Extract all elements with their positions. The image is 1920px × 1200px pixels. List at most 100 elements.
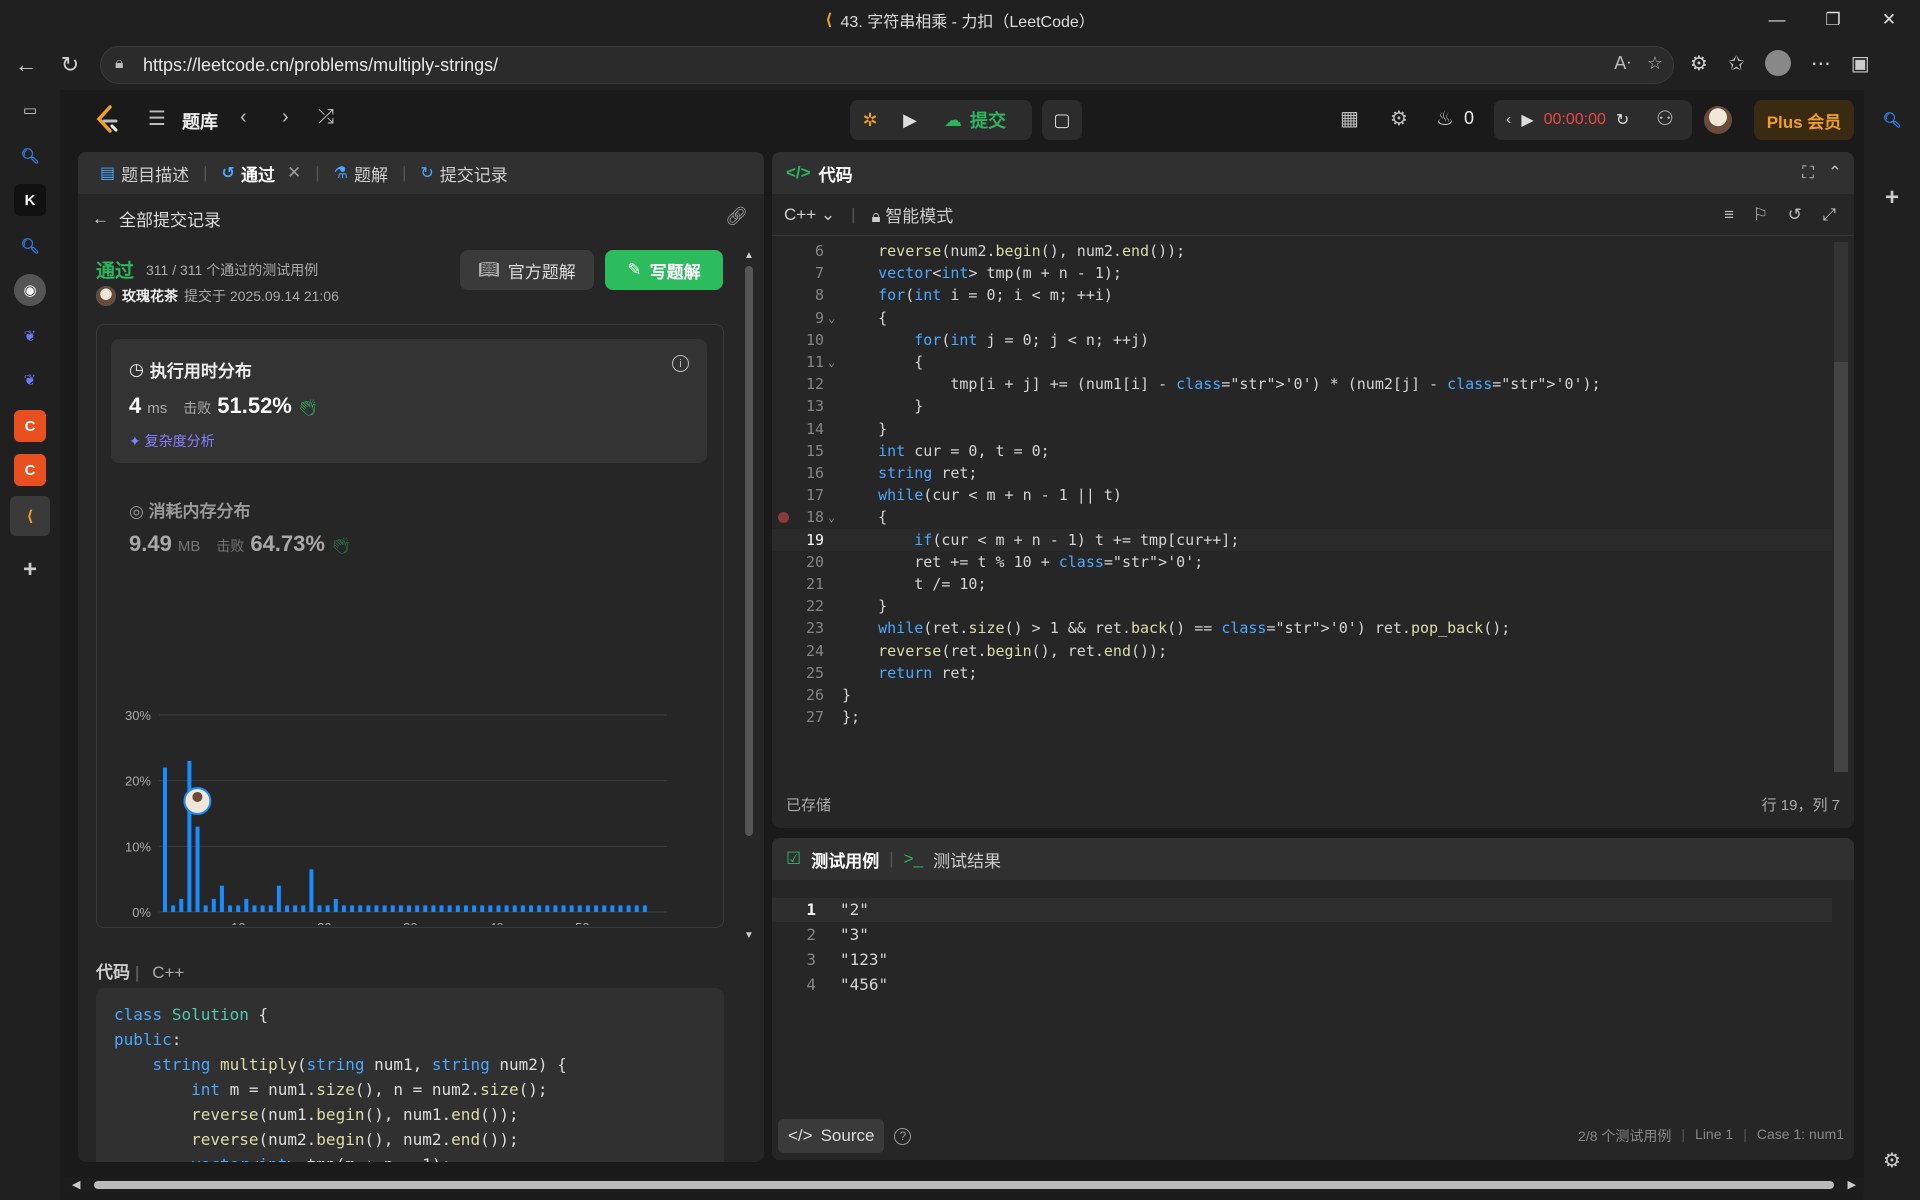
info-icon[interactable]: i (672, 355, 689, 372)
submit-button[interactable]: ☁ 提交 (930, 100, 1020, 140)
back-arrow-icon[interactable]: ← (6, 45, 46, 85)
editor-line[interactable]: 13 } (772, 395, 1832, 417)
submitted-code[interactable]: class Solution {public: string multiply(… (96, 988, 724, 1162)
add-friend-icon[interactable]: ⚇ (1656, 106, 1674, 131)
more-menu-icon[interactable]: ⋯ (1811, 51, 1831, 76)
add-sidebar-icon[interactable]: + (1876, 182, 1908, 214)
close-tab-icon[interactable]: ✕ (287, 163, 301, 183)
left-scrollbar[interactable]: ▲ ▼ (744, 250, 754, 950)
fold-chevron-icon[interactable]: ⌄ (828, 351, 835, 373)
editor-line[interactable]: 20 ret += t % 10 + class="str">'0'; (772, 551, 1832, 573)
share-link-icon[interactable]: 🔗︎ (725, 206, 748, 227)
fullscreen-icon[interactable]: ⛶ (1802, 163, 1814, 183)
tab-description[interactable]: ▤ 题目描述 (92, 161, 197, 186)
tab-actions-icon[interactable]: ▭ (14, 94, 46, 126)
editor-line[interactable]: 17 while(cur < m + n - 1 || t) (772, 484, 1832, 506)
tab-accepted[interactable]: ↺ 通过 ✕ (214, 161, 310, 186)
editor-line[interactable]: 24 reverse(ret.begin(), ret.end()); (772, 640, 1832, 662)
close-window-button[interactable]: ✕ (1866, 0, 1912, 40)
run-play-icon[interactable]: ▶ (890, 100, 930, 140)
bird-tab-icon-2[interactable]: ❦ (14, 364, 46, 396)
c-tab-icon-2[interactable]: C (14, 454, 46, 486)
complexity-analysis-link[interactable]: ✦ 复杂度分析 (129, 431, 215, 451)
official-solution-button[interactable]: 📖︎ 官方题解 (460, 250, 594, 290)
prev-problem-icon[interactable]: ‹ (240, 106, 247, 129)
search-tab-icon-2[interactable]: 🔍︎ (14, 230, 46, 262)
tab-test-results[interactable]: 测试结果 (933, 847, 1001, 872)
timer-play-icon[interactable]: ▶ (1521, 110, 1533, 130)
reset-code-icon[interactable]: ↺ (1788, 205, 1802, 225)
favorite-star-icon[interactable]: ☆ (1647, 53, 1663, 74)
new-tab-icon[interactable]: + (14, 554, 46, 586)
editor-scroll-thumb[interactable] (1834, 362, 1848, 772)
scroll-right-icon[interactable]: ▶ (1848, 1178, 1856, 1191)
bookmark-icon[interactable]: ⚐ (1753, 205, 1768, 225)
debug-icon[interactable]: ✲ (850, 100, 890, 140)
k-tab-icon[interactable]: K (14, 184, 46, 216)
editor-line[interactable]: 18 {⌄ (772, 506, 1832, 528)
streak-flame-icon[interactable]: ♨ (1436, 106, 1454, 131)
testcase-line-row[interactable]: 3 "123" (772, 948, 1832, 972)
editor-line[interactable]: 21 t /= 10; (772, 573, 1832, 595)
source-button[interactable]: </> Source (778, 1119, 885, 1153)
editor-line[interactable]: 11 {⌄ (772, 351, 1832, 373)
tab-testcases[interactable]: 测试用例 (811, 847, 879, 872)
format-icon[interactable]: ≡ (1724, 205, 1734, 225)
help-icon[interactable]: ? (894, 1127, 912, 1145)
editor-line[interactable]: 19 if(cur < m + n - 1) t += tmp[cur++]; (772, 528, 1832, 551)
back-to-submissions[interactable]: ← 全部提交记录 (92, 206, 221, 231)
address-bar[interactable]: 🔒︎ https://leetcode.cn/problems/multiply… (100, 46, 1674, 84)
testcase-line-row[interactable]: 2 "3" (772, 923, 1832, 947)
editor-line[interactable]: 6 reverse(num2.begin(), num2.end()); (772, 240, 1832, 262)
submitter-name[interactable]: 玫瑰花茶 (122, 286, 178, 306)
list-icon[interactable]: ☰ (148, 106, 166, 131)
tab-submissions[interactable]: ↻ 提交记录 (412, 161, 515, 186)
scroll-down-icon[interactable]: ▼ (744, 930, 754, 941)
editor-line[interactable]: 25 return ret; (772, 662, 1832, 684)
editor-line[interactable]: 10 for(int j = 0; j < n; ++j) (772, 329, 1832, 351)
c-tab-icon[interactable]: C (14, 410, 46, 442)
extensions-icon[interactable]: ⚙ (1690, 51, 1708, 76)
editor-line[interactable]: 8 for(int i = 0; i < m; ++i) (772, 284, 1832, 306)
runtime-card[interactable]: ◷ 执行用时分布 i 4 ms 击败 51.52% 👏︎ ✦ 复杂度分析 (111, 339, 707, 463)
timer-reset-icon[interactable]: ↻ (1616, 110, 1629, 130)
expand-editor-icon[interactable]: ⤢ (1822, 205, 1836, 225)
editor-line[interactable]: 15 int cur = 0, t = 0; (772, 440, 1832, 462)
bird-tab-icon[interactable]: ❦ (14, 320, 46, 352)
random-problem-icon[interactable]: ⤮ (318, 106, 334, 129)
fold-chevron-icon[interactable]: ⌄ (828, 506, 835, 528)
scroll-up-icon[interactable]: ▲ (744, 250, 754, 261)
testcase-line-row[interactable]: 1 "2" (772, 898, 1832, 922)
refresh-icon[interactable]: ↻ (50, 45, 90, 85)
read-aloud-icon[interactable]: Aᐧ (1614, 53, 1631, 74)
minimize-button[interactable]: — (1754, 0, 1800, 40)
editor-line[interactable]: 27}; (772, 706, 1832, 728)
next-problem-icon[interactable]: › (282, 106, 289, 129)
page-horizontal-scrollbar[interactable]: ◀ ▶ (64, 1178, 1864, 1192)
user-avatar[interactable] (1704, 106, 1732, 134)
leetcode-tab-icon[interactable]: ⟨ (10, 496, 50, 536)
github-tab-icon[interactable]: ◉ (14, 274, 46, 306)
tab-solutions[interactable]: ⚗ 题解 (326, 161, 396, 186)
editor-line[interactable]: 23 while(ret.size() > 1 && ret.back() ==… (772, 617, 1832, 639)
scroll-left-icon[interactable]: ◀ (72, 1178, 80, 1191)
problem-bank-link[interactable]: 题库 (182, 108, 218, 134)
profile-avatar-icon[interactable] (1764, 50, 1791, 76)
runtime-distribution-chart[interactable]: 30%20%10%0%10ms20ms30ms40ms50ms10ms20ms3… (97, 615, 725, 925)
plus-membership-button[interactable]: Plus 会员 (1754, 100, 1854, 140)
search-sidebar-icon[interactable]: 🔍︎ (1876, 104, 1908, 136)
memory-title[interactable]: ◎ 消耗内存分布 (129, 497, 251, 522)
maximize-button[interactable]: ❐ (1810, 0, 1856, 40)
editor-line[interactable]: 9 {⌄ (772, 307, 1832, 329)
editor-line[interactable]: 7 vector<int> tmp(m + n - 1); (772, 262, 1832, 284)
testcase-line-row[interactable]: 4 "456" (772, 973, 1832, 997)
favorites-icon[interactable]: ✩ (1728, 51, 1745, 76)
left-scroll-thumb[interactable] (745, 266, 753, 836)
horizontal-scroll-thumb[interactable] (94, 1181, 1834, 1189)
timer-prev-icon[interactable]: ‹ (1506, 111, 1511, 129)
settings-gear-icon[interactable]: ⚙ (1876, 1144, 1908, 1176)
search-tab-icon[interactable]: 🔍︎ (14, 140, 46, 172)
layout-grid-icon[interactable]: ▦ (1340, 106, 1359, 131)
code-editor[interactable]: 6 reverse(num2.begin(), num2.end()); 7 ve… (772, 236, 1842, 776)
editor-line[interactable]: 14 } (772, 418, 1832, 440)
